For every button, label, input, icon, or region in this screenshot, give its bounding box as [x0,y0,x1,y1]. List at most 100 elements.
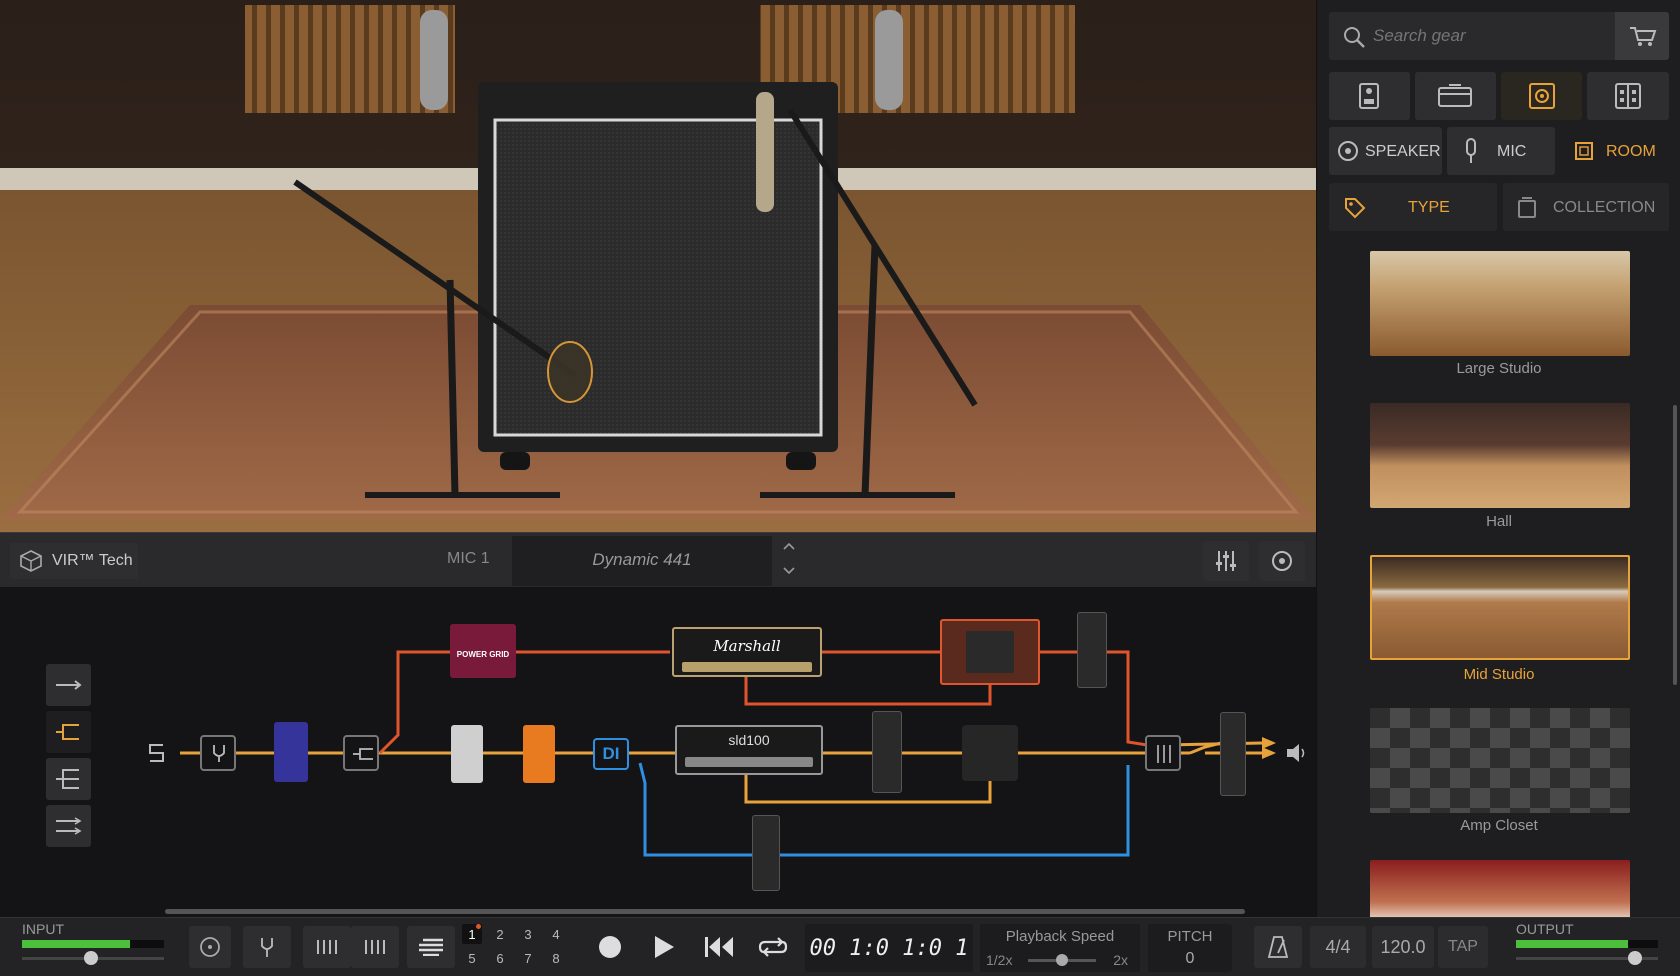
overhead-mic-right [875,10,903,110]
playback-speed-control: Playback Speed 1/2x 2x [980,924,1140,972]
cab-red-selected[interactable] [940,619,1040,685]
browser-scrollbar[interactable] [1673,405,1677,685]
room-thumbnail [1370,708,1630,813]
mic-toolbar: VIR™ Tech MIC 1 Dynamic 441 [0,532,1316,587]
output-speaker[interactable] [1285,741,1309,765]
tap-tempo-button[interactable]: TAP [1438,926,1488,968]
play-button[interactable] [648,932,678,962]
di-node[interactable]: DI [593,738,629,770]
tab-mic-label: MIC [1497,143,1527,160]
rewind-button[interactable] [702,932,736,962]
dial-icon [200,937,220,957]
marshall-amp[interactable]: Marshall [672,627,822,677]
gear-browser-panel: SPEAKER MIC ROOM TYPE COLLECTION Large S… [1316,0,1680,917]
mixer-button[interactable] [1203,541,1249,581]
vir-tech-button[interactable]: VIR™ Tech [10,543,138,579]
track-8[interactable]: 8 [546,951,566,966]
track-6[interactable]: 6 [490,951,510,966]
speaker-target-icon [1272,551,1292,571]
filter-collection[interactable]: COLLECTION [1503,183,1669,231]
time-signature-value: 4/4 [1325,937,1351,957]
chain-scrollbar[interactable] [165,909,1245,914]
mic-next-button[interactable] [775,562,803,584]
time-counter: 00 1:0 1:0 1 [809,936,969,961]
filter-collection-label: COLLECTION [1553,199,1656,216]
rewind-icon [705,937,733,957]
stomp-orange-pedal[interactable] [523,725,555,783]
snapshot-button-2[interactable] [351,926,399,968]
mic-prev-button[interactable] [775,537,803,559]
stomp-blue-pedal[interactable] [274,722,308,782]
tab-room[interactable]: ROOM [1560,127,1669,175]
track-4[interactable]: 4 [546,927,566,942]
mic-model-name: Dynamic 441 [592,550,692,569]
amp-icon [1438,84,1472,107]
category-cabs[interactable] [1501,72,1582,120]
search-input[interactable] [1373,22,1583,50]
record-icon [599,936,621,958]
room-item-next[interactable] [1370,860,1630,917]
output-label: OUTPUT [1516,921,1574,937]
output-volume-slider[interactable] [1516,951,1658,965]
rack-effect-di[interactable] [752,815,780,891]
category-amps[interactable] [1415,72,1496,120]
pitch-control[interactable]: PITCH 0 [1148,924,1232,972]
track-5[interactable]: 5 [462,951,482,966]
record-button[interactable] [595,932,625,962]
signal-chain-panel: POWER GRID DI Marshall sld100 [0,587,1316,917]
track-7[interactable]: 7 [518,951,538,966]
room-thumbnail [1370,403,1630,508]
filter-type[interactable]: TYPE [1329,183,1497,231]
tab-room-label: ROOM [1606,143,1656,160]
play-icon [655,936,674,958]
tab-speaker[interactable]: SPEAKER [1329,127,1442,175]
track-menu-button[interactable] [407,926,455,968]
track-3[interactable]: 3 [518,927,538,942]
gate-button[interactable] [189,926,231,968]
speaker-cabinet[interactable] [478,82,838,470]
snapshot-button-1[interactable] [303,926,351,968]
track-1[interactable]: 1 [462,927,482,942]
loop-icon [758,937,788,957]
loop-button[interactable] [756,932,790,962]
time-signature[interactable]: 4/4 [1310,926,1366,968]
tab-mic[interactable]: MIC [1447,127,1555,175]
input-gain-slider[interactable] [22,951,164,965]
chevron-up-icon [783,542,795,550]
mixer-node[interactable] [1145,735,1181,771]
tempo-field[interactable]: 120.0 [1372,926,1434,968]
chain-cables [180,650,1276,857]
track-2[interactable]: 2 [490,927,510,942]
mic-model-selector[interactable]: Dynamic 441 [512,536,772,586]
speaker-focus-button[interactable] [1259,541,1305,581]
custom-shop-button[interactable] [1615,12,1669,60]
category-racks[interactable] [1587,72,1669,120]
bars-icon [365,940,385,954]
input-jack[interactable] [145,739,167,767]
selected-mic[interactable] [547,341,593,403]
stomp-silver-pedal[interactable] [451,725,483,783]
playback-speed-label: Playback Speed [1005,928,1115,945]
power-grid-pedal[interactable]: POWER GRID [450,624,516,678]
playback-speed-slider[interactable] [1028,954,1096,966]
track-selector: 1 2 3 4 5 6 7 8 [462,923,572,971]
mixer-icon [1157,745,1171,763]
room-name: Large Studio [1456,360,1542,377]
speed-min-label: 1/2x [986,952,1013,968]
pitch-label: PITCH [1167,928,1213,945]
metronome-icon [1267,936,1289,958]
splitter-node[interactable] [343,735,379,771]
microphone-icon [1466,138,1476,163]
metronome-button[interactable] [1254,926,1302,968]
time-display: 00 1:0 1:0 1 [805,924,973,972]
cab-yellow[interactable] [962,725,1018,781]
room-name: Hall [1486,513,1512,530]
category-stomps[interactable] [1329,72,1410,120]
tuner-node[interactable] [200,735,236,771]
input-jack-icon [149,744,164,762]
rack-effect-middle[interactable] [872,711,902,793]
tuner-button[interactable] [243,926,291,968]
sld100-amp[interactable]: sld100 [675,725,823,775]
rack-effect-top[interactable] [1077,612,1107,688]
output-rack[interactable] [1220,712,1246,796]
